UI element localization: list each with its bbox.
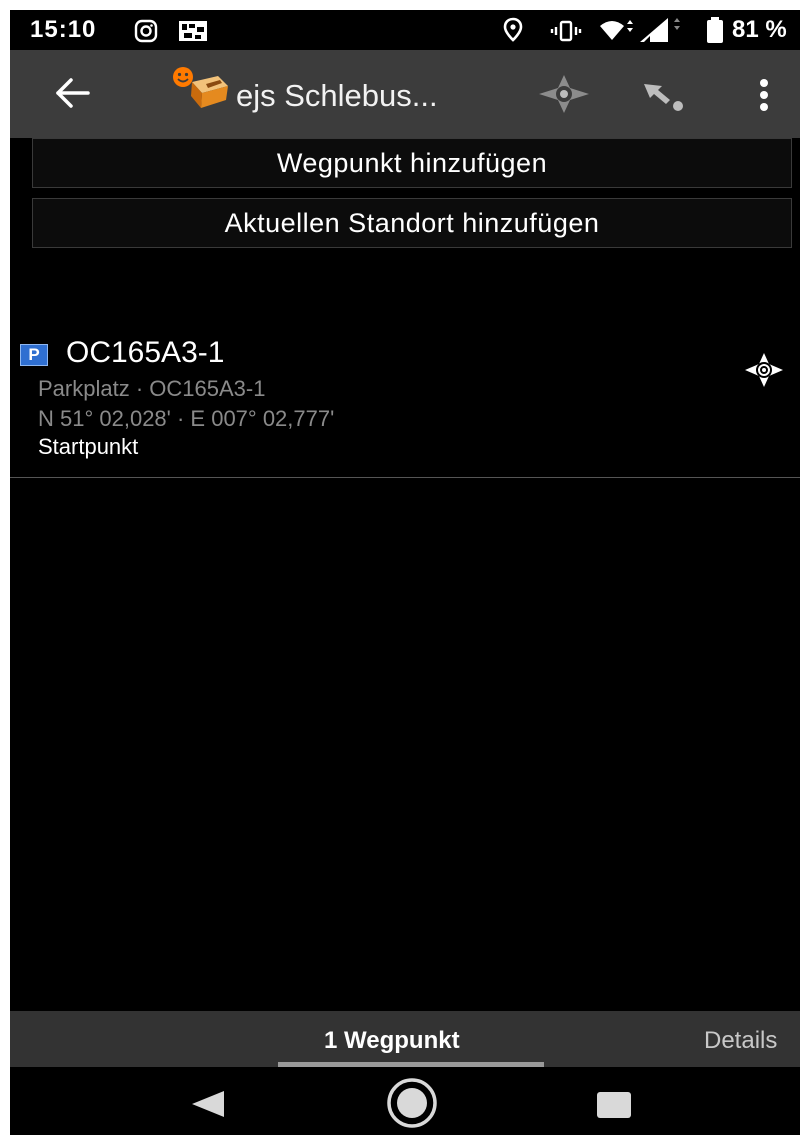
geocache-logo-icon [173, 67, 228, 108]
wifi-icon [600, 20, 633, 40]
nav-home-icon[interactable] [386, 1077, 438, 1129]
tab-bar: 1 Wegpunkt Details [10, 1011, 800, 1067]
nav-recents-icon[interactable] [596, 1091, 632, 1119]
status-bar: 15:10 81 % [10, 10, 800, 50]
instagram-icon [134, 19, 158, 43]
location-icon [503, 17, 523, 42]
nav-back-icon[interactable] [190, 1089, 226, 1119]
waypoint-type-line: Parkplatz · OC165A3-1 [38, 376, 266, 401]
list-divider [10, 477, 800, 478]
battery-icon [707, 17, 723, 43]
waypoint-compass-icon[interactable] [744, 352, 784, 388]
navigate-icon[interactable] [642, 76, 686, 116]
tab-waypoints[interactable]: 1 Wegpunkt [324, 1027, 460, 1055]
phone-screen: 15:10 81 % ejs Schlebus... Wegpunkt hinz… [10, 10, 800, 1135]
waypoint-coordinates: N 51° 02,028' · E 007° 02,777' [38, 406, 335, 431]
waypoint-name: OC165A3-1 [66, 336, 225, 369]
gallery-icon [179, 21, 207, 41]
waypoint-list-item[interactable]: P OC165A3-1 Parkplatz · OC165A3-1 N 51° … [10, 330, 800, 478]
system-nav-bar [10, 1067, 800, 1135]
compass-icon[interactable] [538, 74, 590, 114]
status-time: 15:10 [30, 16, 97, 43]
add-waypoint-button[interactable]: Wegpunkt hinzufügen [32, 138, 792, 188]
battery-percent: 81 % [732, 16, 787, 43]
back-arrow-icon[interactable] [54, 76, 92, 110]
app-title: ejs Schlebus... [236, 78, 438, 113]
more-vert-icon[interactable] [758, 78, 770, 112]
tab-details[interactable]: Details [704, 1027, 777, 1055]
add-current-location-button[interactable]: Aktuellen Standort hinzufügen [32, 198, 792, 248]
signal-icon [640, 18, 680, 42]
vibrate-icon [550, 20, 582, 42]
parking-type-icon: P [20, 344, 48, 366]
waypoint-note: Startpunkt [38, 434, 139, 459]
app-bar: ejs Schlebus... [10, 50, 800, 138]
